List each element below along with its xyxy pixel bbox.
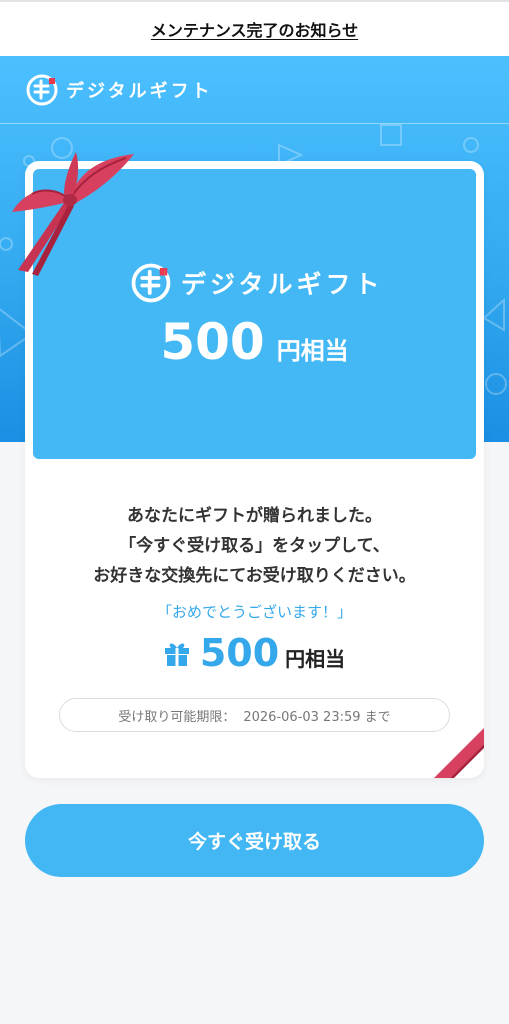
gift-visual-amount-unit: 円相当: [276, 337, 349, 365]
congrats-text: 「おめでとうございます！」: [156, 603, 352, 621]
circle-deco-icon: [463, 137, 479, 153]
gift-logo-icon: [26, 74, 58, 105]
triangle-deco-icon: [482, 298, 505, 332]
gift-message-line: お好きな交換先にてお受け取りください。: [93, 566, 416, 586]
gift-message-line: 「今すぐ受け取る」をタップして、: [119, 536, 390, 556]
page: メンテナンス完了のお知らせ デジタルギフト デジタルギフト 500 円相当 あな…: [0, 0, 509, 1024]
circle-deco-icon: [485, 373, 507, 395]
notice-bar: メンテナンス完了のお知らせ: [0, 0, 509, 56]
square-deco-icon: [380, 124, 402, 146]
gift-visual-logo: デジタルギフト: [131, 263, 384, 303]
ribbon-bow-icon: [12, 152, 134, 276]
deadline-pill: 受け取り可能期限： 2026-06-03 23:59 まで: [59, 698, 450, 732]
gift-visual-amount-value: 500: [160, 313, 265, 371]
maintenance-notice-link[interactable]: メンテナンス完了のお知らせ: [151, 17, 358, 41]
brand-logo[interactable]: デジタルギフト: [26, 74, 213, 106]
gift-amount-unit: 円相当: [285, 647, 346, 671]
app-header: デジタルギフト: [0, 56, 509, 124]
brand-logo-text: デジタルギフト: [66, 80, 213, 102]
deadline-value: 2026-06-03 23:59 まで: [243, 709, 391, 725]
gift-icon: [164, 643, 189, 666]
receive-now-button[interactable]: 今すぐ受け取る: [25, 804, 484, 877]
gift-visual-logo-text: デジタルギフト: [181, 270, 384, 299]
gift-visual-amount: 500 円相当: [33, 313, 476, 371]
gift-message: あなたにギフトが贈られました。 「今すぐ受け取る」をタップして、 お好きな交換先…: [25, 501, 484, 591]
deadline-label: 受け取り可能期限：: [118, 709, 236, 725]
gift-amount: 500 円相当: [25, 631, 484, 675]
gift-message-line: あなたにギフトが贈られました。: [127, 506, 382, 526]
ribbon-corner-icon: [434, 728, 484, 778]
gift-amount-value: 500: [199, 631, 280, 675]
